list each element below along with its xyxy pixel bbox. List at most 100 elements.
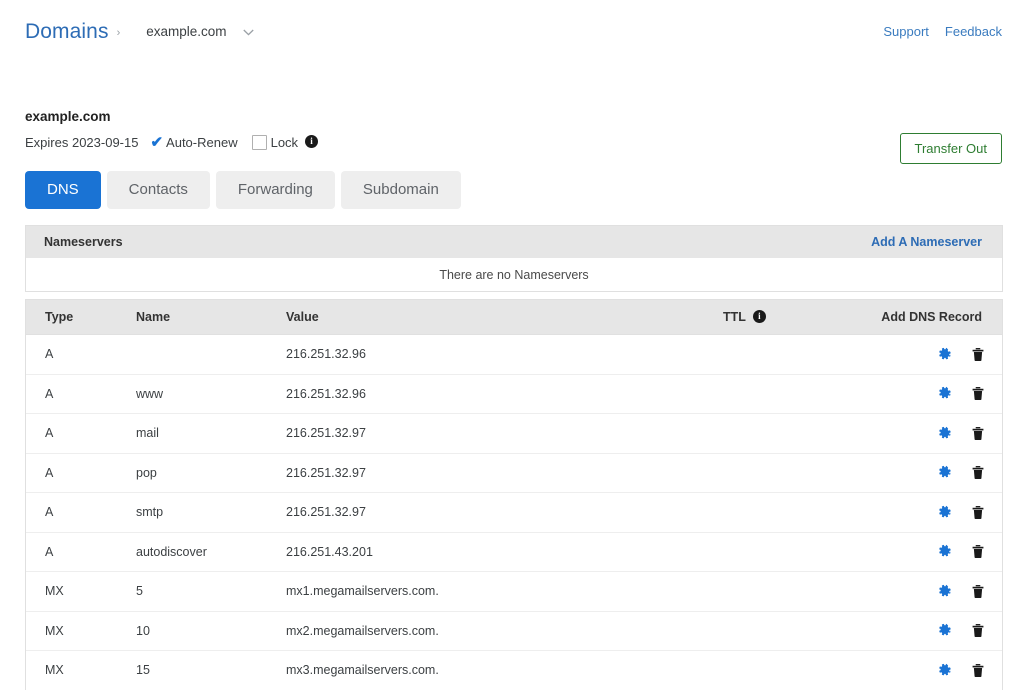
table-row: A 216.251.32.96 xyxy=(26,334,1002,374)
gear-icon[interactable] xyxy=(936,425,952,441)
record-name: 15 xyxy=(136,663,150,677)
record-name: mail xyxy=(136,426,159,440)
record-type: MX xyxy=(45,663,64,677)
dns-records-panel: Type Name Value TTL i Add DNS Record A 21… xyxy=(25,299,1003,690)
row-actions xyxy=(936,346,986,362)
chevron-down-icon xyxy=(243,29,254,36)
support-link[interactable]: Support xyxy=(883,24,929,39)
nameservers-header: Nameservers Add A Nameserver xyxy=(26,226,1002,258)
gear-icon[interactable] xyxy=(936,386,952,402)
column-header-ttl: TTL i xyxy=(723,310,766,324)
record-name: www xyxy=(136,387,163,401)
record-name: autodiscover xyxy=(136,545,207,559)
nameservers-panel: Nameservers Add A Nameserver There are n… xyxy=(25,225,1003,292)
page-title: example.com xyxy=(25,108,318,125)
tab-contacts[interactable]: Contacts xyxy=(107,171,210,209)
row-actions xyxy=(936,425,986,441)
ttl-info-icon[interactable]: i xyxy=(753,310,766,323)
add-dns-record-link[interactable]: Add DNS Record xyxy=(881,310,982,324)
add-nameserver-link[interactable]: Add A Nameserver xyxy=(871,235,982,249)
domain-dns-page: Domains › example.com Support Feedback e… xyxy=(0,0,1024,672)
top-bar: Domains › example.com Support Feedback xyxy=(0,0,1024,62)
gear-icon[interactable] xyxy=(936,583,952,599)
row-actions xyxy=(936,623,986,639)
gear-icon[interactable] xyxy=(936,544,952,560)
info-icon[interactable]: i xyxy=(305,135,318,148)
trash-icon[interactable] xyxy=(970,465,986,481)
table-row: MX 15 mx3.megamailservers.com. xyxy=(26,650,1002,690)
table-row: Awww 216.251.32.96 xyxy=(26,374,1002,414)
nameservers-empty-message: There are no Nameservers xyxy=(26,258,1002,291)
record-type: A xyxy=(45,347,53,361)
top-right-links: Support Feedback xyxy=(883,24,1002,39)
tab-bar: DNS Contacts Forwarding Subdomain xyxy=(25,171,461,209)
record-value: mx1.megamailservers.com. xyxy=(286,584,439,598)
table-row: Amail 216.251.32.97 xyxy=(26,413,1002,453)
row-actions xyxy=(936,465,986,481)
record-value: 216.251.43.201 xyxy=(286,545,373,559)
breadcrumb-domains-link[interactable]: Domains xyxy=(25,20,109,44)
check-icon: ✔ xyxy=(150,135,163,150)
table-row: Aautodiscover 216.251.43.201 xyxy=(26,532,1002,572)
tab-dns[interactable]: DNS xyxy=(25,171,101,209)
record-value: 216.251.32.97 xyxy=(286,466,366,480)
domain-selector[interactable]: example.com xyxy=(146,24,253,39)
trash-icon[interactable] xyxy=(970,662,986,678)
column-header-type: Type xyxy=(45,310,73,324)
record-type: A xyxy=(45,545,53,559)
table-row: MX 5 mx1.megamailservers.com. xyxy=(26,571,1002,611)
trash-icon[interactable] xyxy=(970,504,986,520)
record-value: mx2.megamailservers.com. xyxy=(286,624,439,638)
record-value: mx3.megamailservers.com. xyxy=(286,663,439,677)
record-name: 10 xyxy=(136,624,150,638)
lock-label: Lock xyxy=(271,135,298,150)
record-name: smtp xyxy=(136,505,163,519)
table-row: MX10mx2.megamailservers.com. xyxy=(26,611,1002,651)
auto-renew-toggle[interactable]: ✔ Auto-Renew xyxy=(150,135,237,150)
trash-icon[interactable] xyxy=(970,544,986,560)
gear-icon[interactable] xyxy=(936,504,952,520)
trash-icon[interactable] xyxy=(970,386,986,402)
expiry-date: Expires 2023-09-15 xyxy=(25,135,138,150)
trash-icon[interactable] xyxy=(970,346,986,362)
gear-icon[interactable] xyxy=(936,465,952,481)
breadcrumb-domain-label: example.com xyxy=(146,24,226,39)
record-type: A xyxy=(45,387,53,401)
row-actions xyxy=(936,544,986,560)
trash-icon[interactable] xyxy=(970,583,986,599)
dns-table-body: A 216.251.32.96 Awww 216.251.32.96 Amail 216.… xyxy=(26,334,1002,690)
record-value: 216.251.32.97 xyxy=(286,426,366,440)
gear-icon[interactable] xyxy=(936,662,952,678)
dns-table-header: Type Name Value TTL i Add DNS Record xyxy=(26,300,1002,334)
record-type: A xyxy=(45,426,53,440)
trash-icon[interactable] xyxy=(970,623,986,639)
record-value: 216.251.32.96 xyxy=(286,347,366,361)
record-type: A xyxy=(45,466,53,480)
nameservers-title: Nameservers xyxy=(26,235,123,249)
trash-icon[interactable] xyxy=(970,425,986,441)
table-row: Apop 216.251.32.97 xyxy=(26,453,1002,493)
column-header-name: Name xyxy=(136,310,170,324)
transfer-out-button[interactable]: Transfer Out xyxy=(900,133,1002,164)
feedback-link[interactable]: Feedback xyxy=(945,24,1002,39)
record-value: 216.251.32.96 xyxy=(286,387,366,401)
breadcrumb-separator: › xyxy=(117,27,121,39)
gear-icon[interactable] xyxy=(936,346,952,362)
auto-renew-label: Auto-Renew xyxy=(166,135,238,150)
row-actions xyxy=(936,662,986,678)
tab-subdomain[interactable]: Subdomain xyxy=(341,171,461,209)
row-actions xyxy=(936,504,986,520)
domain-meta-row: Expires 2023-09-15 ✔ Auto-Renew Lock i xyxy=(25,135,318,150)
domain-summary: example.com Expires 2023-09-15 ✔ Auto-Re… xyxy=(25,108,318,150)
record-value: 216.251.32.97 xyxy=(286,505,366,519)
record-name: pop xyxy=(136,466,157,480)
record-type: MX xyxy=(45,584,64,598)
gear-icon[interactable] xyxy=(936,623,952,639)
lock-group: Lock i xyxy=(252,135,318,150)
row-actions xyxy=(936,583,986,599)
record-name: 5 xyxy=(136,584,143,598)
breadcrumb: Domains › example.com xyxy=(25,20,254,44)
lock-checkbox[interactable] xyxy=(252,135,267,150)
tab-forwarding[interactable]: Forwarding xyxy=(216,171,335,209)
table-row: Asmtp216.251.32.97 xyxy=(26,492,1002,532)
